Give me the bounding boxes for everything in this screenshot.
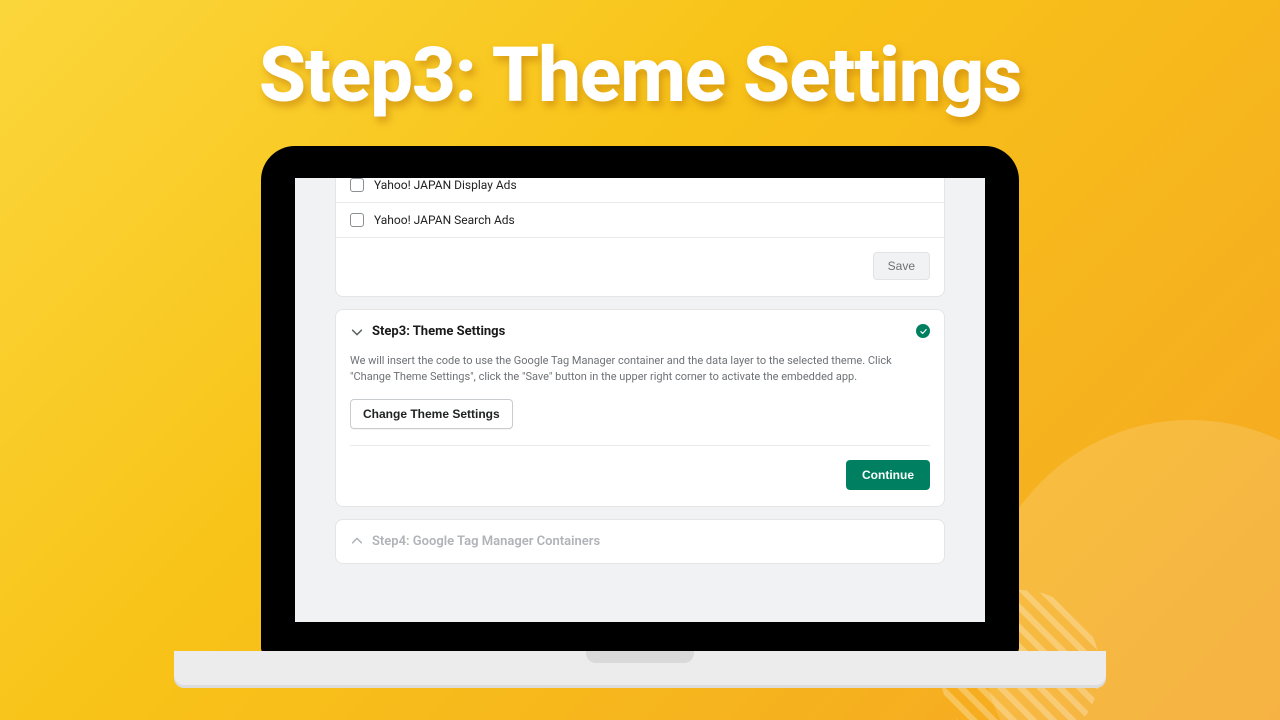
laptop-notch	[586, 651, 694, 663]
step4-card: Step4: Google Tag Manager Containers	[335, 519, 945, 564]
step3-title: Step3: Theme Settings	[372, 324, 505, 339]
option-row-search-ads[interactable]: Yahoo! JAPAN Search Ads	[336, 203, 944, 238]
checkbox-unchecked-icon[interactable]	[350, 213, 364, 227]
step3-card: Step3: Theme Settings We will insert the…	[335, 309, 945, 507]
step4-title: Step4: Google Tag Manager Containers	[372, 534, 600, 549]
option-row-display-ads[interactable]: Yahoo! JAPAN Display Ads	[336, 178, 944, 203]
step3-header[interactable]: Step3: Theme Settings	[350, 324, 930, 339]
hero-title: Step3: Theme Settings	[0, 30, 1280, 120]
laptop-mockup: Yahoo! JAPAN Display Ads Yahoo! JAPAN Se…	[261, 146, 1019, 654]
app-screen: Yahoo! JAPAN Display Ads Yahoo! JAPAN Se…	[295, 178, 985, 622]
step3-description: We will insert the code to use the Googl…	[350, 353, 930, 385]
save-button[interactable]: Save	[873, 252, 930, 280]
option-label: Yahoo! JAPAN Display Ads	[374, 178, 517, 192]
step4-header[interactable]: Step4: Google Tag Manager Containers	[350, 534, 930, 549]
divider	[350, 445, 930, 446]
option-label: Yahoo! JAPAN Search Ads	[374, 213, 515, 227]
checkbox-unchecked-icon[interactable]	[350, 178, 364, 192]
continue-button[interactable]: Continue	[846, 460, 930, 490]
options-card: Yahoo! JAPAN Display Ads Yahoo! JAPAN Se…	[335, 178, 945, 297]
laptop-base	[174, 651, 1106, 685]
check-success-icon	[916, 324, 930, 338]
chevron-down-icon	[350, 325, 364, 339]
change-theme-settings-button[interactable]: Change Theme Settings	[350, 399, 513, 429]
chevron-up-icon	[350, 534, 364, 548]
